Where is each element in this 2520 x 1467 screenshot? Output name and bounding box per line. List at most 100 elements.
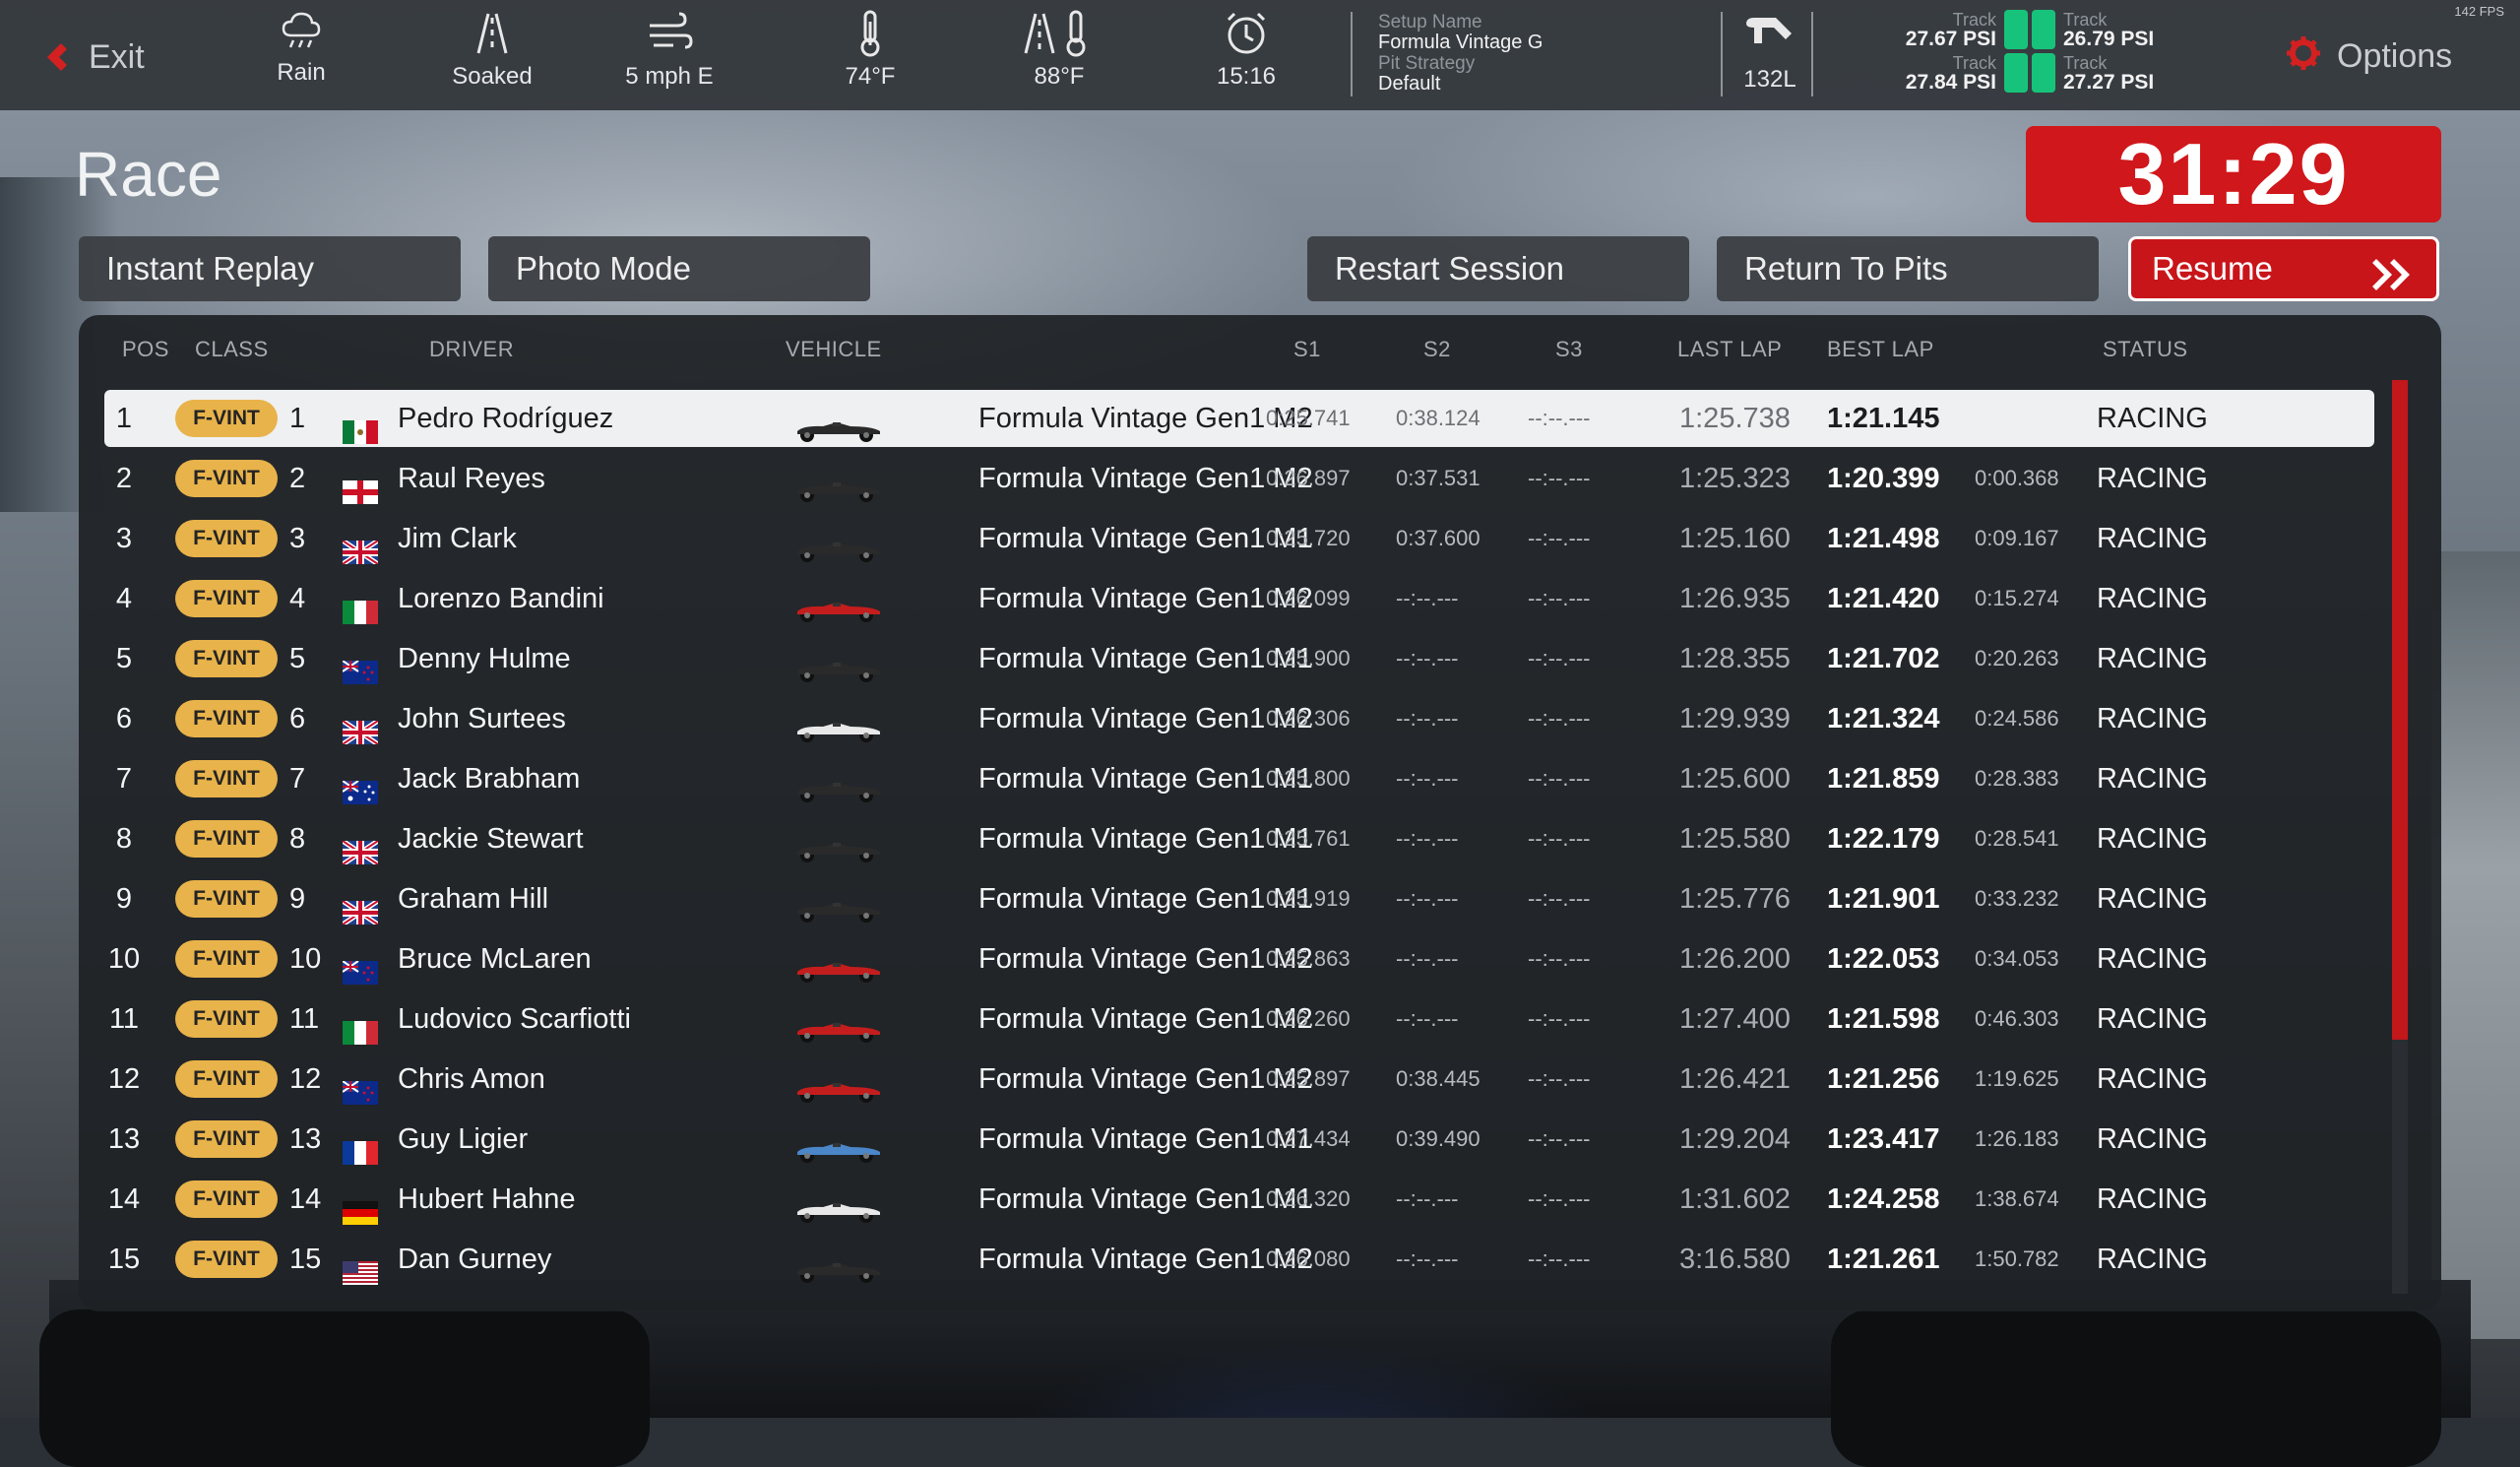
vehicle-name: Formula Vintage Gen1 M2 (978, 1003, 1313, 1035)
class-badge: F-VINT (175, 880, 278, 918)
page-title: Race (75, 139, 222, 210)
last-lap-time: 1:25.600 (1679, 763, 1791, 795)
sector-1-time: 0:26.080 (1266, 1246, 1351, 1271)
position: 2 (115, 463, 133, 494)
table-row[interactable]: 7 F-VINT 7 Jack Brabham Formula Vintage Gen1… (104, 750, 2374, 807)
weather-condition: Rain (232, 10, 370, 100)
class-badge: F-VINT (175, 520, 278, 557)
sector-3-time: --:--.--- (1528, 826, 1591, 851)
status: RACING (2097, 583, 2208, 614)
header-vehicle: VEHICLE (786, 337, 882, 361)
sector-2-time: --:--.--- (1396, 766, 1459, 791)
weather-label: Rain (277, 59, 326, 86)
table-row[interactable]: 5 F-VINT 5 Denny Hulme Formula Vintage Gen1 … (104, 630, 2374, 687)
wind-icon (650, 12, 693, 49)
wind: 5 mph E (600, 10, 738, 100)
table-row[interactable]: 13 F-VINT 13 Guy Ligier Formula Vintage Gen1… (104, 1111, 2374, 1168)
instant-replay-button[interactable]: Instant Replay (79, 236, 461, 301)
table-row[interactable]: 12 F-VINT 12 Chris Amon Formula Vintage Gen1… (104, 1051, 2374, 1108)
gap-to-leader: 0:28.383 (1975, 766, 2059, 791)
table-row[interactable]: 4 F-VINT 4 Lorenzo Bandini Formula Vintage G… (104, 570, 2374, 627)
vehicle-name: Formula Vintage Gen1 M2 (978, 583, 1313, 614)
table-row[interactable]: 3 F-VINT 3 Jim Clark Formula Vintage Gen1 M1… (104, 510, 2374, 567)
car-number: 14 (289, 1183, 322, 1215)
status: RACING (2097, 703, 2208, 734)
header-pos: POS (122, 337, 169, 361)
fuel-info: 132L (1731, 14, 1809, 94)
sector-1-time: 0:25.800 (1266, 766, 1351, 791)
tyre-pressures: Track 27.67 PSI Track 26.79 PSI Track 27… (1870, 10, 2156, 98)
driver-name: Jackie Stewart (398, 823, 584, 855)
sector-3-time: --:--.--- (1528, 886, 1591, 911)
driver-name: Ludovico Scarfiotti (398, 1003, 631, 1035)
uk-flag-icon (341, 707, 380, 747)
status: RACING (2097, 943, 2208, 975)
position: 9 (115, 883, 133, 915)
france-flag-icon (343, 1127, 378, 1165)
sector-3-time: --:--.--- (1528, 646, 1591, 670)
class-badge: F-VINT (175, 1000, 278, 1038)
table-row[interactable]: 15 F-VINT 15 Dan Gurney Formula Vintage Gen1… (104, 1231, 2374, 1288)
sector-3-time: --:--.--- (1528, 1006, 1591, 1031)
sector-2-time: 0:37.531 (1396, 466, 1480, 490)
car-number: 1 (289, 403, 306, 434)
tyre-rear-right-indicator (2032, 53, 2055, 93)
sector-2-time: 0:38.124 (1396, 406, 1480, 430)
sector-3-time: --:--.--- (1528, 706, 1591, 731)
car-number: 15 (289, 1244, 322, 1275)
session-timer: 31:29 (2026, 126, 2441, 223)
table-row[interactable]: 6 F-VINT 6 John Surtees Formula Vintage Gen1… (104, 690, 2374, 747)
scrollbar-thumb[interactable] (2392, 380, 2408, 1040)
sector-2-time: 0:38.445 (1396, 1066, 1480, 1091)
car-thumbnail-icon (793, 1246, 884, 1283)
gear-icon (2286, 35, 2321, 78)
vehicle-name: Formula Vintage Gen1 M1 (978, 523, 1313, 554)
table-row[interactable]: 8 F-VINT 8 Jackie Stewart Formula Vintage Ge… (104, 810, 2374, 867)
position: 4 (115, 583, 133, 614)
sector-1-time: 0:25.863 (1266, 946, 1351, 971)
table-row[interactable]: 10 F-VINT 10 Bruce McLaren Formula Vintage G… (104, 930, 2374, 988)
photo-mode-button[interactable]: Photo Mode (488, 236, 870, 301)
resume-button[interactable]: Resume (2128, 236, 2439, 301)
sector-2-time: 0:39.490 (1396, 1126, 1480, 1151)
status: RACING (2097, 403, 2208, 434)
tyre-row-front: Track 27.67 PSI Track 26.79 PSI (1870, 10, 2156, 51)
restart-session-button[interactable]: Restart Session (1307, 236, 1689, 301)
status: RACING (2097, 643, 2208, 674)
sector-2-time: --:--.--- (1396, 706, 1459, 731)
england-flag-icon (343, 467, 378, 504)
sector-2-time: --:--.--- (1396, 1246, 1459, 1271)
class-badge: F-VINT (175, 1241, 278, 1278)
driver-name: Pedro Rodríguez (398, 403, 614, 434)
best-lap-time: 1:22.053 (1827, 943, 1940, 975)
track-wetness-icon (476, 13, 508, 54)
table-row[interactable]: 1 F-VINT 1 Pedro Rodríguez Formula Vintage G… (104, 390, 2374, 447)
vehicle-name: Formula Vintage Gen1 M2 (978, 463, 1313, 494)
table-row[interactable]: 11 F-VINT 11 Ludovico Scarfiotti Formula Vin… (104, 990, 2374, 1048)
table-row[interactable]: 2 F-VINT 2 Raul Reyes Formula Vintage Gen1 M… (104, 450, 2374, 507)
tyre-front-right: Track 26.79 PSI (2063, 10, 2181, 49)
table-row[interactable]: 14 F-VINT 14 Hubert Hahne Formula Vintage Ge… (104, 1171, 2374, 1228)
gap-to-leader: 0:09.167 (1975, 526, 2059, 550)
sector-1-time: 0:26.306 (1266, 706, 1351, 731)
class-badge: F-VINT (175, 460, 278, 497)
sector-1-time: 0:26.260 (1266, 1006, 1351, 1031)
car-thumbnail-icon (793, 526, 884, 562)
air-temperature: 74°F (801, 10, 939, 100)
driver-name: Hubert Hahne (398, 1183, 576, 1215)
clock-label: 15:16 (1216, 63, 1277, 90)
class-badge: F-VINT (175, 760, 278, 797)
return-to-pits-button[interactable]: Return To Pits (1717, 236, 2099, 301)
exit-button[interactable]: Exit (43, 35, 145, 79)
mexico-flag-icon (343, 407, 378, 444)
driver-name: Chris Amon (398, 1063, 545, 1095)
table-row[interactable]: 9 F-VINT 9 Graham Hill Formula Vintage Gen1 … (104, 870, 2374, 927)
class-badge: F-VINT (175, 640, 278, 677)
options-button[interactable]: Options (2286, 35, 2452, 78)
last-lap-time: 1:26.421 (1679, 1063, 1791, 1095)
header-class: CLASS (195, 337, 269, 361)
status: RACING (2097, 463, 2208, 494)
vehicle-name: Formula Vintage Gen1 M2 (978, 1244, 1313, 1275)
car-thumbnail-icon (793, 706, 884, 742)
car-thumbnail-icon (793, 826, 884, 862)
